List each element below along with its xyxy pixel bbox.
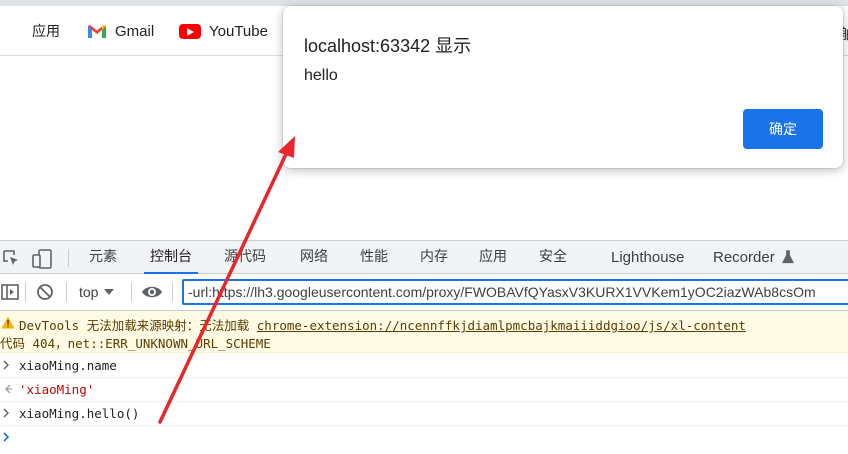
sidebar-toggle-icon[interactable] xyxy=(1,283,19,301)
divider xyxy=(68,249,69,267)
prompt-chevron-icon xyxy=(3,432,10,442)
live-expression-eye-icon[interactable] xyxy=(141,283,163,301)
alert-dialog: localhost:63342 显示 hello 确定 xyxy=(283,6,843,168)
divider xyxy=(131,282,132,302)
context-label: top xyxy=(79,284,99,300)
devtools-tab-bar: 元素 控制台 源代码 网络 性能 内存 应用 安全 Lighthouse Rec… xyxy=(0,240,848,274)
gmail-icon xyxy=(88,24,106,38)
warning-icon xyxy=(1,316,15,329)
console-input-text: xiaoMing.hello() xyxy=(19,406,140,421)
console-input-row: xiaoMing.name xyxy=(0,354,848,378)
ok-button[interactable]: 确定 xyxy=(743,109,823,149)
divider xyxy=(25,282,26,302)
tab-recorder[interactable]: Recorder xyxy=(713,241,794,274)
console-toolbar: top -url:https://lh3.googleusercontent.c… xyxy=(0,274,848,311)
warning-line-1: DevTools 无法加载来源映射：无法加载 chrome-extension:… xyxy=(19,315,746,334)
bookmark-apps[interactable]: 应用 xyxy=(8,20,60,42)
console-input-row: xiaoMing.hello() xyxy=(0,402,848,426)
browser-window: 应用 Gmail YouTube 舶 localhost:63342 显示 he… xyxy=(0,0,848,454)
bookmark-label: YouTube xyxy=(209,22,268,40)
bookmark-youtube[interactable]: YouTube xyxy=(179,20,268,42)
tab-lighthouse[interactable]: Lighthouse xyxy=(611,241,684,274)
tab-console[interactable]: 控制台 xyxy=(144,241,198,274)
console-prompt[interactable] xyxy=(0,426,848,454)
tab-security[interactable]: 安全 xyxy=(539,241,567,274)
input-chevron-icon xyxy=(3,408,9,418)
tab-network[interactable]: 网络 xyxy=(300,241,328,274)
console-output-value: 'xiaoMing' xyxy=(19,382,95,397)
youtube-icon xyxy=(179,23,201,39)
tab-label: Recorder xyxy=(713,249,775,266)
apps-grid-icon xyxy=(8,23,24,39)
tab-application[interactable]: 应用 xyxy=(479,241,507,274)
clear-console-icon[interactable] xyxy=(36,283,54,301)
experiment-flask-icon xyxy=(781,250,794,264)
device-toolbar-icon[interactable] xyxy=(32,249,54,269)
dropdown-arrow-icon xyxy=(104,289,115,295)
dialog-title: localhost:63342 显示 xyxy=(304,36,472,56)
input-chevron-icon xyxy=(3,360,9,370)
console-warning: DevTools 无法加载来源映射：无法加载 chrome-extension:… xyxy=(0,311,848,353)
bookmark-label: Gmail xyxy=(115,22,155,40)
dialog-message: hello xyxy=(304,67,338,84)
tab-memory[interactable]: 内存 xyxy=(420,241,448,274)
tab-performance[interactable]: 性能 xyxy=(360,241,388,274)
tab-sources[interactable]: 源代码 xyxy=(224,241,266,274)
bookmark-label: 应用 xyxy=(32,24,60,40)
console-filter-input[interactable]: -url:https://lh3.googleusercontent.com/p… xyxy=(182,279,848,305)
inspect-element-icon[interactable] xyxy=(2,249,20,267)
divider xyxy=(172,282,173,302)
warning-source-link[interactable]: chrome-extension://ncennffkjdiamlpmcbajk… xyxy=(257,318,746,333)
output-chevron-icon xyxy=(5,384,12,394)
bookmark-gmail[interactable]: Gmail xyxy=(87,20,154,42)
warning-text: DevTools 无法加载来源映射：无法加载 xyxy=(19,318,250,333)
console-output-row: 'xiaoMing' xyxy=(0,378,848,402)
context-selector[interactable]: top xyxy=(79,284,115,300)
divider xyxy=(66,282,67,302)
console-input-text: xiaoMing.name xyxy=(19,358,117,373)
warning-line-2: 代码 404，net::ERR_UNKNOWN_URL_SCHEME xyxy=(0,336,271,351)
tab-elements[interactable]: 元素 xyxy=(89,241,117,274)
